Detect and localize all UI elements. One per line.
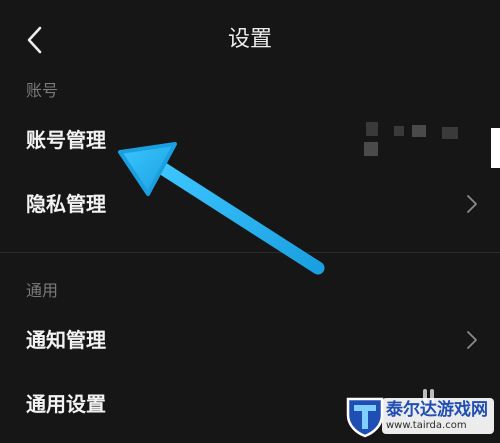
header-bar: 设置	[0, 0, 500, 78]
chevron-right-icon	[467, 331, 477, 349]
redacted-block	[412, 125, 426, 137]
redacted-block	[442, 127, 458, 139]
watermark-name: 泰尔达游戏网	[386, 400, 488, 420]
redacted-block	[366, 122, 378, 136]
page-title: 设置	[227, 27, 272, 52]
section-label-account: 账号	[26, 81, 59, 100]
settings-screen: 设置 账号 账号管理 隐私管理 通用 通知管理 通用设置	[0, 0, 500, 443]
settings-row-account-management[interactable]: 账号管理	[0, 108, 500, 172]
row-label: 通知管理	[26, 328, 106, 352]
redacted-block	[394, 126, 404, 136]
watermark-text: 泰尔达游戏网 www.tairda.com	[382, 398, 494, 434]
row-label: 通用设置	[26, 392, 106, 416]
settings-row-privacy-management[interactable]: 隐私管理	[0, 172, 500, 236]
chevron-right-icon	[467, 195, 477, 213]
row-label: 隐私管理	[26, 192, 106, 216]
settings-row-notification-management[interactable]: 通知管理	[0, 308, 500, 372]
section-label-general: 通用	[26, 281, 59, 300]
watermark-url: www.tairda.com	[386, 420, 467, 431]
row-label: 账号管理	[26, 128, 106, 152]
redacted-block	[364, 142, 378, 156]
screen-edge-highlight	[491, 128, 500, 168]
section-divider	[0, 252, 500, 253]
watermark: 泰尔达游戏网 www.tairda.com	[342, 393, 494, 439]
